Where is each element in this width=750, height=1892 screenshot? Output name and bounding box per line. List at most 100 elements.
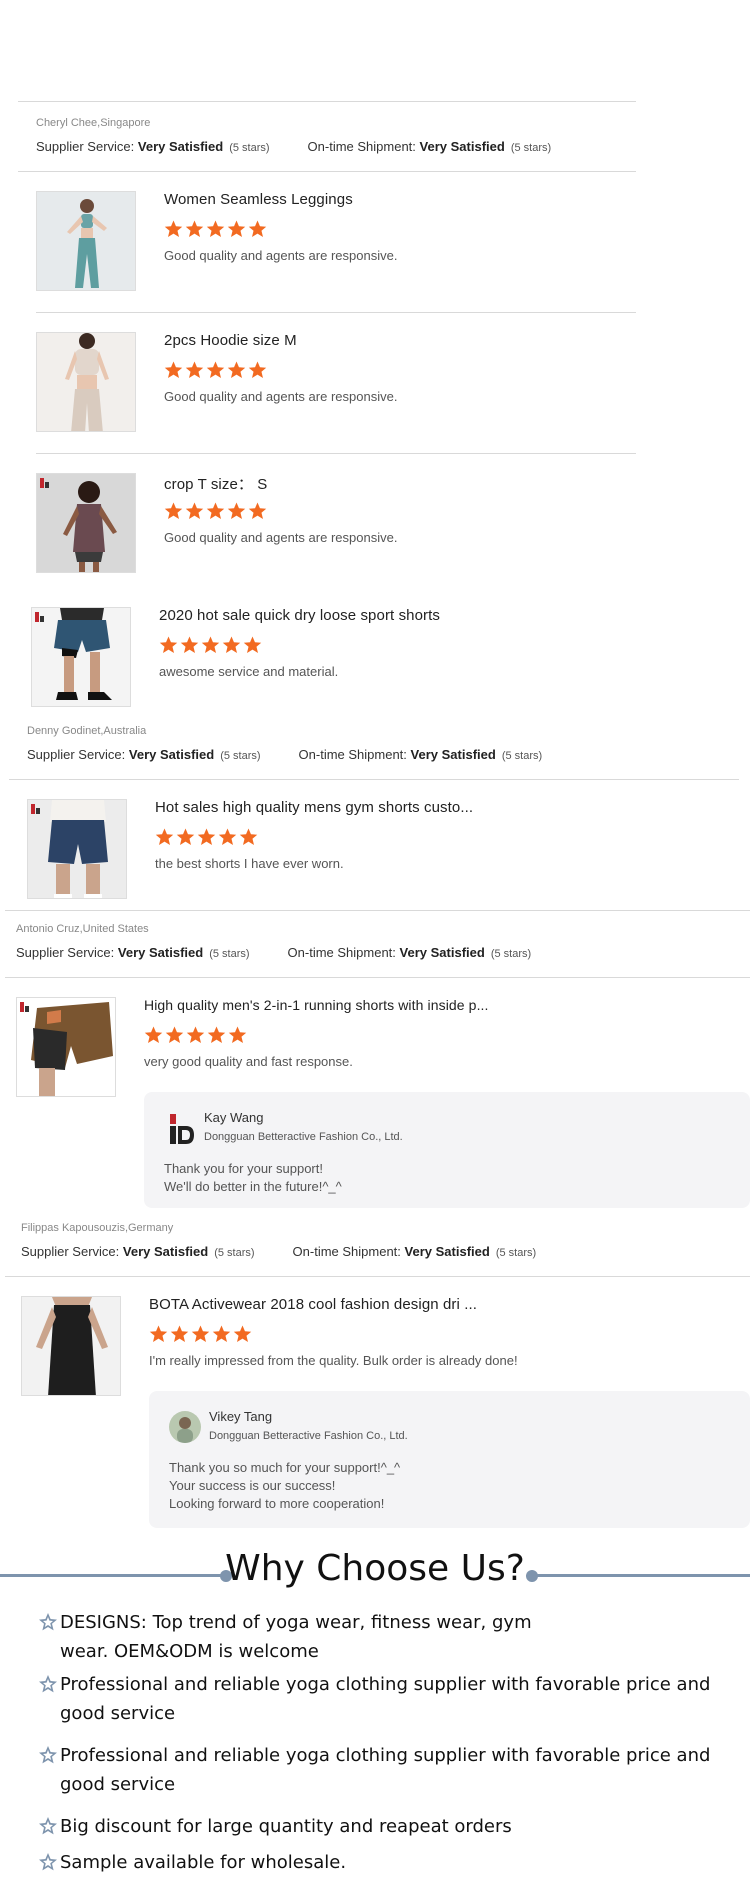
ontime-shipment-value: Very Satisfied xyxy=(419,139,505,154)
star-rating xyxy=(144,1026,247,1044)
ontime-shipment-label: On-time Shipment: xyxy=(298,747,407,762)
why-item: Big discount for large quantity and reap… xyxy=(38,1812,718,1841)
reply-company: Dongguan Betteractive Fashion Co., Ltd. xyxy=(204,1131,403,1143)
review-comment: awesome service and material. xyxy=(159,664,339,679)
ontime-shipment-label: On-time Shipment: xyxy=(307,139,416,154)
stars-note: (5 stars) xyxy=(214,1247,255,1259)
why-item: Professional and reliable yoga clothing … xyxy=(38,1741,718,1799)
divider xyxy=(36,453,636,454)
ontime-shipment-label: On-time Shipment: xyxy=(287,945,396,960)
review-comment: I'm really impressed from the quality. B… xyxy=(149,1353,518,1368)
product-title[interactable]: crop T size： S xyxy=(164,473,267,494)
star-icon xyxy=(228,1026,247,1043)
supplier-service-label: Supplier Service: xyxy=(27,747,126,762)
star-icon xyxy=(144,1026,163,1043)
why-item: DESIGNS: Top trend of yoga wear, fitness… xyxy=(38,1608,718,1666)
star-bullet-icon xyxy=(39,1853,57,1871)
star-icon xyxy=(197,828,216,845)
reviewer-name: Filippas Kapousouzis,Germany xyxy=(21,1222,174,1234)
why-item-text: Professional and reliable yoga clothing … xyxy=(60,1745,711,1795)
star-icon xyxy=(248,220,267,237)
divider xyxy=(9,779,739,780)
rating-summary: Supplier Service: Very Satisfied (5 stars… xyxy=(21,1244,536,1259)
star-icon xyxy=(176,828,195,845)
review-comment: Good quality and agents are responsive. xyxy=(164,530,398,545)
star-icon xyxy=(201,636,220,653)
woman-in-tank-top-image xyxy=(37,474,135,572)
star-icon xyxy=(239,828,258,845)
star-icon xyxy=(165,1026,184,1043)
star-icon xyxy=(185,502,204,519)
ontime-shipment-value: Very Satisfied xyxy=(410,747,496,762)
why-item: Professional and reliable yoga clothing … xyxy=(38,1670,718,1728)
star-icon xyxy=(164,502,183,519)
star-bullet-icon xyxy=(39,1746,57,1764)
star-icon xyxy=(227,502,246,519)
product-title[interactable]: 2020 hot sale quick dry loose sport shor… xyxy=(159,607,440,624)
product-title[interactable]: High quality men's 2-in-1 running shorts… xyxy=(144,997,489,1013)
supplier-service-label: Supplier Service: xyxy=(21,1244,120,1259)
star-icon xyxy=(186,1026,205,1043)
stars-note: (5 stars) xyxy=(209,948,250,960)
star-rating xyxy=(149,1325,252,1343)
review-comment: Good quality and agents are responsive. xyxy=(164,389,398,404)
product-image[interactable] xyxy=(36,332,136,432)
ontime-shipment-value: Very Satisfied xyxy=(404,1244,490,1259)
star-icon xyxy=(227,361,246,378)
product-title[interactable]: BOTA Activewear 2018 cool fashion design… xyxy=(149,1296,477,1313)
star-icon xyxy=(243,636,262,653)
product-image[interactable] xyxy=(36,473,136,573)
product-image[interactable] xyxy=(21,1296,121,1396)
reviewer-name: Antonio Cruz,United States xyxy=(16,923,149,935)
avatar xyxy=(169,1411,201,1443)
star-rating xyxy=(155,828,258,846)
product-image[interactable] xyxy=(31,607,131,707)
ontime-shipment-value: Very Satisfied xyxy=(399,945,485,960)
product-image[interactable] xyxy=(36,191,136,291)
star-rating xyxy=(164,361,267,379)
why-item-text: DESIGNS: Top trend of yoga wear, fitness… xyxy=(60,1612,532,1662)
star-rating xyxy=(164,502,267,520)
seller-reply: Vikey Tang Dongguan Betteractive Fashion… xyxy=(149,1391,750,1528)
star-icon xyxy=(155,828,174,845)
reply-company: Dongguan Betteractive Fashion Co., Ltd. xyxy=(209,1430,408,1442)
product-image[interactable] xyxy=(16,997,116,1097)
company-logo-icon xyxy=(170,1114,196,1144)
reply-author: Kay Wang xyxy=(204,1110,264,1125)
star-icon xyxy=(206,502,225,519)
star-icon xyxy=(149,1325,168,1342)
stars-note: (5 stars) xyxy=(229,142,270,154)
product-title[interactable]: Women Seamless Leggings xyxy=(164,191,353,208)
product-title[interactable]: Hot sales high quality mens gym shorts c… xyxy=(155,799,473,816)
product-title[interactable]: 2pcs Hoodie size M xyxy=(164,332,297,349)
divider xyxy=(5,977,750,978)
man-in-navy-shorts-image xyxy=(28,800,126,898)
why-item-text: Big discount for large quantity and reap… xyxy=(60,1816,512,1837)
star-rating xyxy=(164,220,267,238)
star-icon xyxy=(233,1325,252,1342)
divider xyxy=(36,312,636,313)
star-icon xyxy=(248,361,267,378)
reply-text: Thank you for your support! We'll do bet… xyxy=(164,1161,342,1194)
star-icon xyxy=(164,361,183,378)
star-bullet-icon xyxy=(39,1613,57,1631)
divider xyxy=(18,101,636,102)
man-in-sport-shorts-image xyxy=(32,608,130,706)
supplier-service-value: Very Satisfied xyxy=(128,747,215,762)
product-image[interactable] xyxy=(27,799,127,899)
star-bullet-icon xyxy=(39,1817,57,1835)
section-title: Why Choose Us? xyxy=(225,1548,525,1589)
star-icon xyxy=(207,1026,226,1043)
review-comment: very good quality and fast response. xyxy=(144,1054,353,1069)
star-icon xyxy=(206,220,225,237)
section-line-right xyxy=(530,1574,750,1577)
supplier-service-value: Very Satisfied xyxy=(122,1244,209,1259)
brown-running-shorts-image xyxy=(17,998,115,1096)
rating-summary: Supplier Service: Very Satisfied (5 stars… xyxy=(36,139,551,154)
stars-note: (5 stars) xyxy=(220,750,261,762)
star-icon xyxy=(170,1325,189,1342)
divider xyxy=(5,1276,750,1277)
review-comment: Good quality and agents are responsive. xyxy=(164,248,398,263)
woman-in-teal-leggings-image xyxy=(37,192,135,290)
reply-author: Vikey Tang xyxy=(209,1409,273,1424)
